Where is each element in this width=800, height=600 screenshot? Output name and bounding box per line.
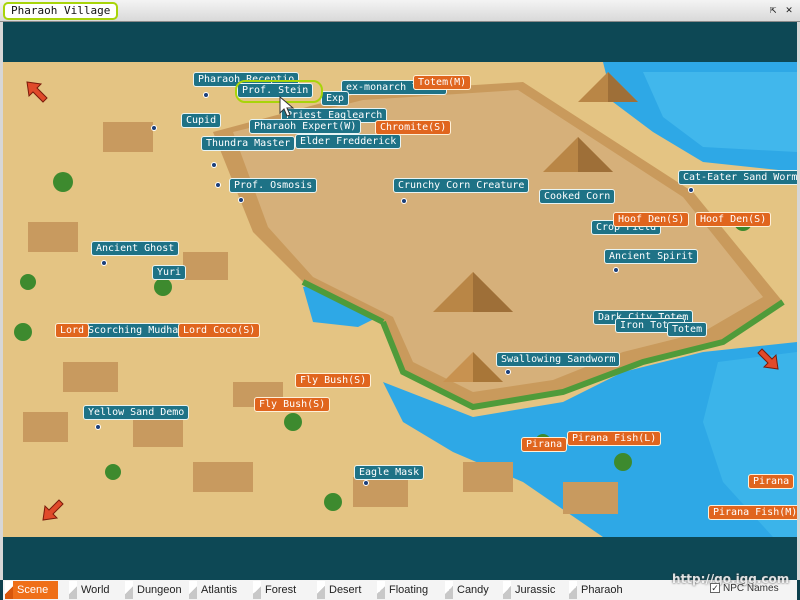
npc-label[interactable]: Totem (667, 322, 708, 337)
tab-desert[interactable]: Desert (317, 581, 361, 599)
npc-label[interactable]: Eagle Mask (354, 465, 425, 480)
checkbox-icon[interactable]: ✓ (710, 583, 720, 593)
npc-label[interactable]: Exp (321, 91, 350, 106)
npc-label[interactable]: Ancient Spirit (604, 249, 699, 264)
npc-pin (688, 187, 694, 193)
tab-forest[interactable]: Forest (253, 581, 296, 599)
map-top-band (3, 22, 797, 62)
mob-label[interactable]: Chromite(S) (375, 120, 452, 135)
mob-label[interactable]: Lord (55, 323, 90, 338)
npc-pin (238, 197, 244, 203)
tab-atlantis[interactable]: Atlantis (189, 581, 237, 599)
npc-label[interactable]: Thundra Master (201, 136, 296, 151)
npc-names-label: NPC Names (723, 583, 779, 594)
close-icon[interactable]: ✕ (782, 3, 796, 17)
mob-label[interactable]: Lord Coco(S) (178, 323, 261, 338)
npc-label[interactable]: Prof. Osmosis (229, 178, 318, 193)
npc-pin (363, 480, 369, 486)
cursor-icon (279, 96, 295, 117)
npc-pin (505, 369, 511, 375)
mob-label[interactable]: Pirana (748, 474, 795, 489)
title-bar: Pharaoh Village ⇱ ✕ (0, 0, 800, 22)
npc-pin (215, 182, 221, 188)
scroll-down-left-arrow-icon[interactable] (41, 498, 65, 522)
tab-scene[interactable]: Scene (5, 581, 59, 599)
window-title: Pharaoh Village (3, 2, 119, 20)
npc-label[interactable]: Cat-Eater Sand Worm (678, 170, 797, 185)
mob-label[interactable]: Fly Bush(S) (295, 373, 372, 388)
tab-floating[interactable]: Floating (377, 581, 428, 599)
mob-label[interactable]: Fly Bush(S) (254, 397, 331, 412)
mob-label[interactable]: Totem(M) (413, 75, 472, 90)
tab-jurassic[interactable]: Jurassic (503, 581, 555, 599)
npc-label[interactable]: Yellow Sand Demo (83, 405, 190, 420)
npc-label[interactable]: Crunchy Corn Creature (393, 178, 530, 193)
scroll-up-left-arrow-icon[interactable] (25, 80, 49, 104)
npc-pin (401, 198, 407, 204)
mob-label[interactable]: Hoof Den(S) (613, 212, 690, 227)
npc-pin (151, 125, 157, 131)
npc-pin (211, 162, 217, 168)
npc-pin (203, 92, 209, 98)
npc-pin (95, 424, 101, 430)
mob-label[interactable]: Pirana Fish(M) (708, 505, 797, 520)
npc-label[interactable]: Elder Fredderick (295, 134, 402, 149)
scroll-down-right-arrow-icon[interactable] (756, 347, 780, 371)
npc-label[interactable]: Cupid (181, 113, 222, 128)
npc-label[interactable]: Swallowing Sandworm (496, 352, 621, 367)
npc-label[interactable]: Pharaoh Expert(W) (249, 119, 362, 134)
npc-pin (613, 267, 619, 273)
mob-label[interactable]: Pirana Fish(L) (567, 431, 662, 446)
mob-label[interactable]: Hoof Den(S) (695, 212, 772, 227)
npc-label[interactable]: Yuri (152, 265, 187, 280)
tab-pharaoh[interactable]: Pharaoh (569, 581, 623, 599)
mob-label[interactable]: Pirana (521, 437, 568, 452)
npc-names-toggle[interactable]: ✓ NPC Names (710, 583, 779, 594)
npc-label[interactable]: Cooked Corn (539, 189, 616, 204)
npc-label[interactable]: Ancient Ghost (91, 241, 180, 256)
pin-icon[interactable]: ⇱ (766, 3, 780, 17)
map-view[interactable]: Pharaoh Receptio Prof. Stein ex-monarch … (3, 62, 797, 537)
tab-dungeon[interactable]: Dungeon (125, 581, 182, 599)
tab-candy[interactable]: Candy (445, 581, 489, 599)
tab-world[interactable]: World (69, 581, 110, 599)
npc-pin (101, 260, 107, 266)
